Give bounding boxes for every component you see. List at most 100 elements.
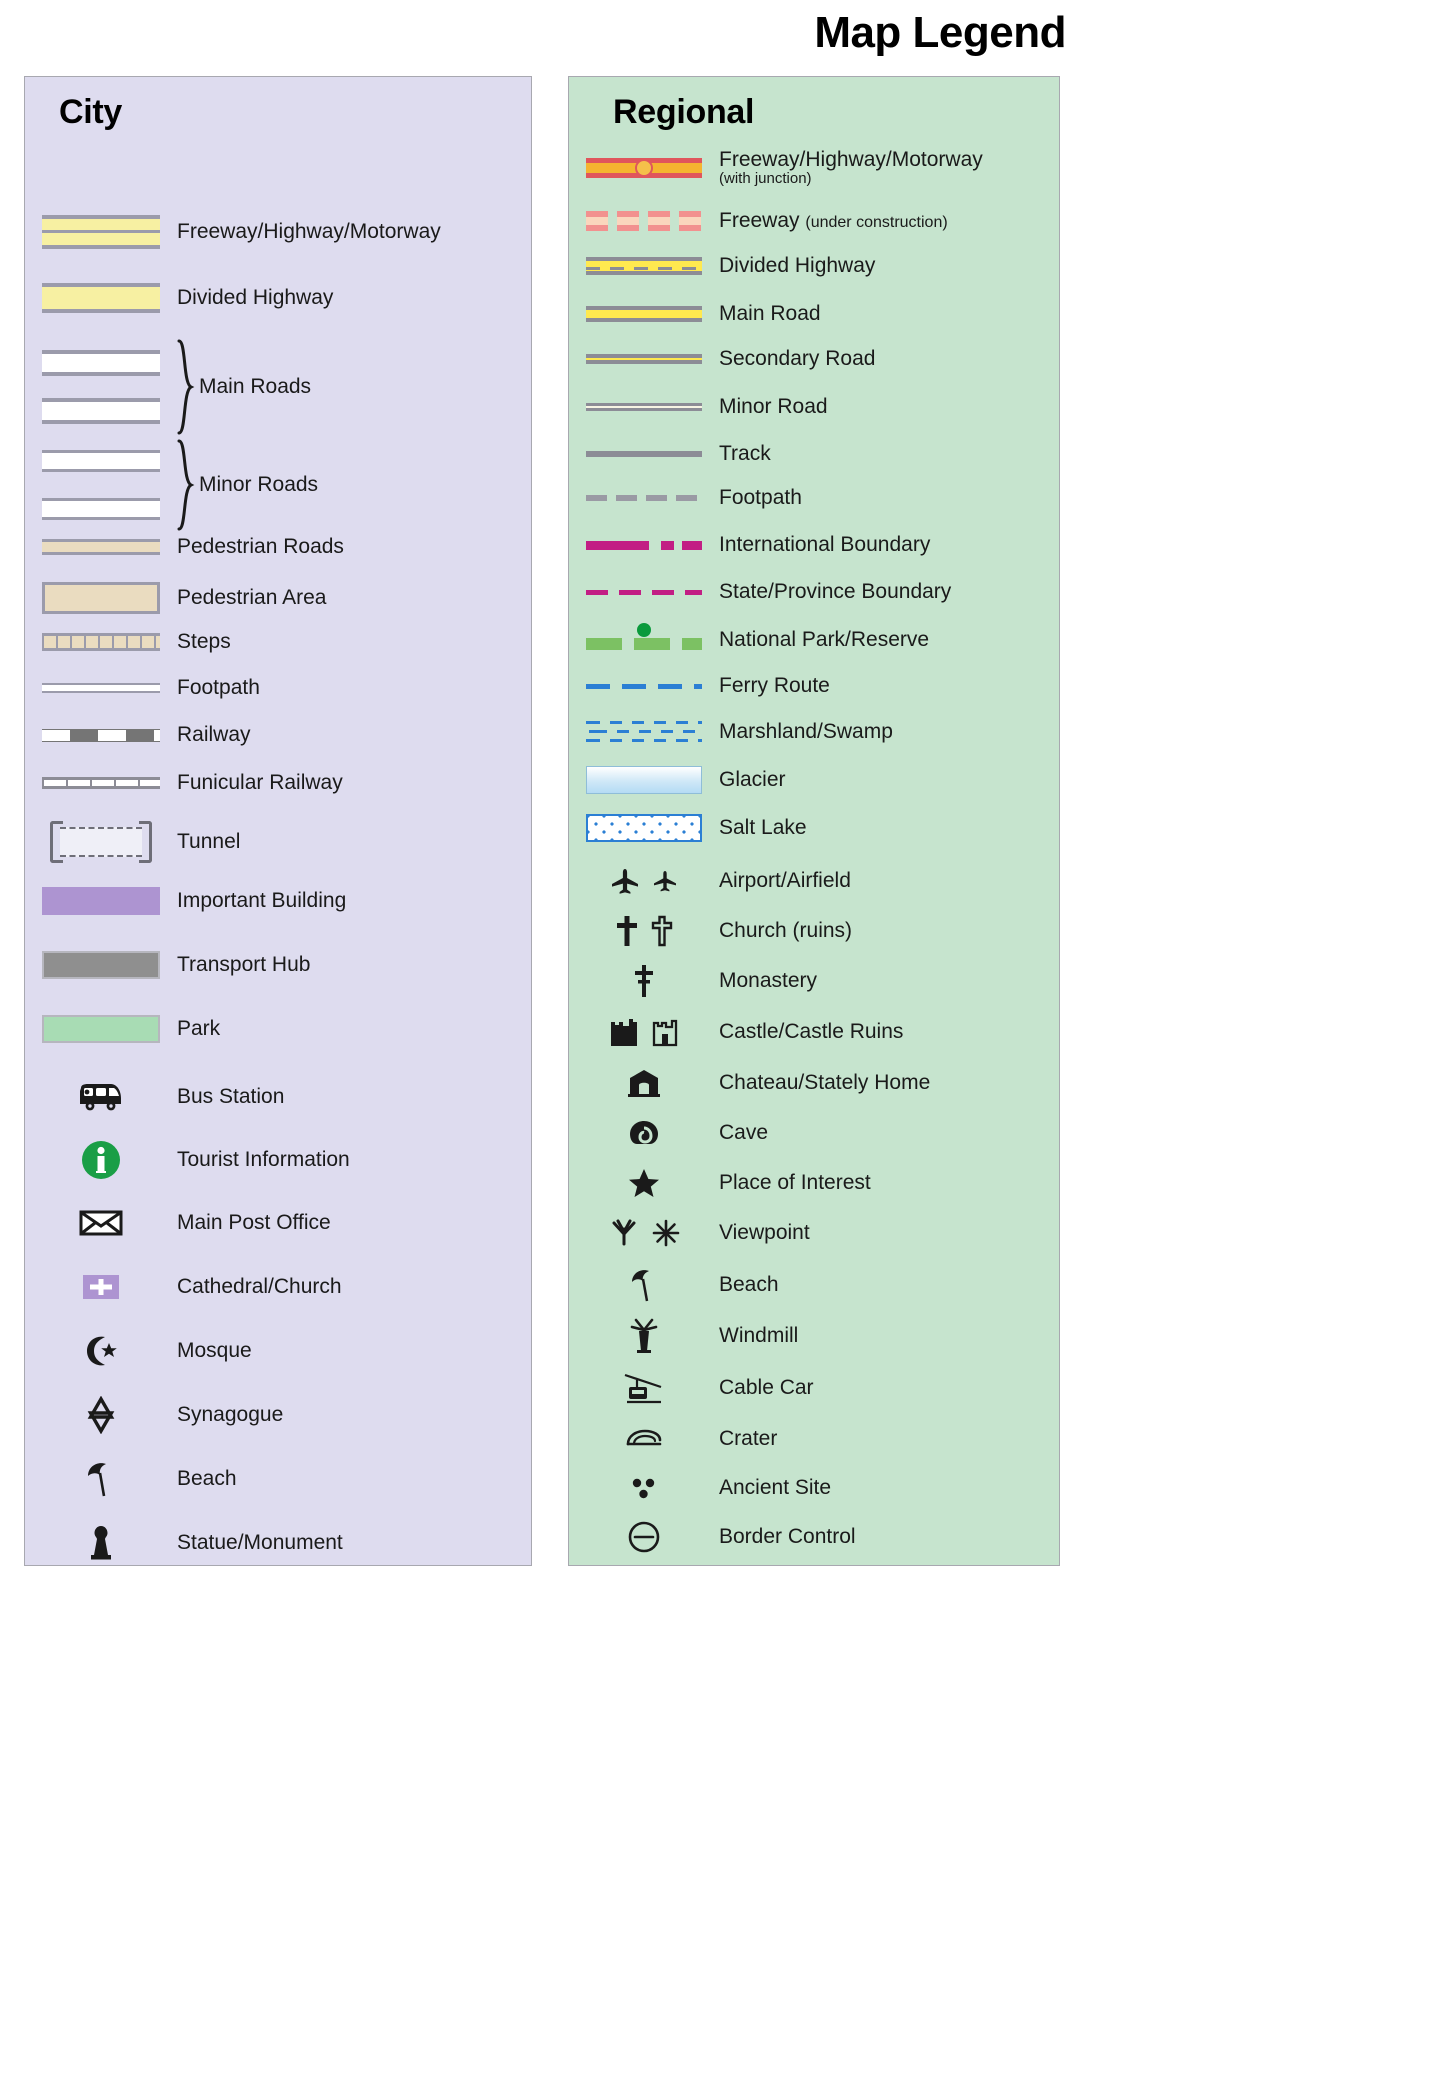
list-item[interactable]: International Boundary [569,533,1059,557]
list-item[interactable]: Secondary Road [569,345,1059,373]
list-item[interactable]: Border Control [569,1517,1059,1557]
list-item-label: Tourist Information [177,1147,350,1171]
list-item[interactable]: Crater [569,1419,1059,1459]
list-item[interactable]: Salt Lake [569,811,1059,845]
list-item[interactable]: Ferry Route [569,673,1059,697]
footpath-city-symbol [25,683,177,693]
list-item[interactable]: Monastery [569,961,1059,1001]
list-item[interactable]: Cathedral/Church [25,1267,531,1307]
star-icon [569,1167,719,1199]
list-item[interactable]: National Park/Reserve [569,623,1059,657]
list-item[interactable]: Divided Highway [25,277,531,319]
list-item[interactable]: Freeway/Highway/Motorway (with junction) [569,147,1059,189]
airplane-pair-icon [569,867,719,895]
list-item[interactable]: Tourist Information [25,1137,531,1183]
divided-highway-city-symbol [25,283,177,313]
brace-icon [177,439,199,531]
list-item-label: Footpath [719,485,802,509]
regional-legend-panel: Regional Freeway/Highway/Motorway (with … [568,76,1060,1566]
list-item[interactable]: Freeway/Highway/Motorway [25,209,531,255]
list-item-label: Church (ruins) [719,918,853,942]
list-item[interactable]: Viewpoint [569,1213,1059,1253]
marshland-symbol [569,719,719,745]
list-item[interactable]: Castle/Castle Ruins [569,1011,1059,1053]
funicular-railway-city-symbol [25,777,177,789]
crescent-star-icon [25,1333,177,1369]
list-item[interactable]: Windmill [569,1315,1059,1357]
list-item[interactable]: Railway [25,721,531,749]
ferry-route-symbol [569,683,719,689]
star-of-david-icon [25,1396,177,1434]
list-item[interactable]: Park [25,1011,531,1047]
list-item-label: Transport Hub [177,952,311,976]
list-item-label: Marshland/Swamp [719,719,893,743]
list-item-label-main: Freeway/Highway/Motorway [719,148,983,172]
list-item-label: Border Control [719,1524,856,1548]
statue-icon [25,1523,177,1563]
list-item[interactable]: Minor Road [569,394,1059,420]
list-item[interactable]: Place of Interest [569,1163,1059,1203]
windmill-icon [569,1317,719,1355]
list-item[interactable]: Divided Highway [569,249,1059,283]
list-item[interactable]: Footpath [25,675,531,701]
monastery-cross-icon [569,963,719,999]
list-item[interactable]: Beach [25,1459,531,1499]
list-item[interactable]: Beach [569,1265,1059,1305]
list-item[interactable]: Funicular Railway [25,769,531,797]
list-item[interactable]: Steps [25,627,531,657]
list-item[interactable]: Mosque [25,1331,531,1371]
list-item[interactable]: Minor Roads [25,439,531,531]
list-item[interactable]: Marshland/Swamp [569,715,1059,749]
list-item[interactable]: Freeway (under construction) [569,203,1059,239]
list-item-sublabel: (with junction) [719,170,812,188]
divided-highway-regional-symbol [569,257,719,275]
list-item[interactable]: Statue/Monument [25,1523,531,1563]
list-item-label: Steps [177,629,231,653]
city-heading: City [59,93,123,131]
list-item[interactable]: Main Post Office [25,1203,531,1243]
list-item[interactable]: Bus Station [25,1075,531,1119]
list-item[interactable]: Ancient Site [569,1469,1059,1507]
cave-icon [569,1118,719,1148]
freeway-junction-symbol [569,158,719,178]
list-item[interactable]: Footpath [569,485,1059,509]
list-item[interactable]: Airport/Airfield [569,861,1059,901]
brace-icon [177,339,199,435]
list-item-label: Statue/Monument [177,1530,343,1554]
freeway-city-symbol [25,215,177,249]
list-item[interactable]: Transport Hub [25,947,531,983]
list-item-label: Salt Lake [719,815,807,839]
list-item[interactable]: Synagogue [25,1395,531,1435]
list-item-label: Freeway/Highway/Motorway [177,219,441,243]
international-boundary-symbol [569,540,719,550]
list-item[interactable]: Pedestrian Roads [25,532,531,562]
state-boundary-symbol [569,589,719,595]
list-item[interactable]: Main Road [569,298,1059,330]
list-item[interactable]: Pedestrian Area [25,577,531,619]
list-item-label: Tunnel [177,829,241,853]
list-item[interactable]: Track [569,442,1059,465]
list-item[interactable]: Cave [569,1113,1059,1153]
list-item-label: Cave [719,1120,769,1144]
list-item-label: Pedestrian Area [177,585,327,609]
list-item[interactable]: Main Roads [25,339,531,435]
freeway-under-construction-symbol [569,211,719,231]
steps-city-symbol [25,633,177,651]
list-item-label: Secondary Road [719,346,876,370]
list-item[interactable]: Tunnel [25,817,531,867]
cable-car-icon [569,1371,719,1405]
list-item[interactable]: Glacier [569,763,1059,797]
list-item[interactable]: State/Province Boundary [569,580,1059,603]
list-item-label: Main Road [719,301,821,325]
minor-roads-city-symbol [25,450,177,520]
list-item[interactable]: Chateau/Stately Home [569,1063,1059,1103]
list-item-label: Ferry Route [719,673,830,697]
list-item-label: Viewpoint [719,1220,810,1244]
list-item[interactable]: Church (ruins) [569,911,1059,951]
list-item[interactable]: Cable Car [569,1367,1059,1409]
crater-icon [569,1426,719,1452]
transport-hub-swatch [25,951,177,979]
list-item[interactable]: Important Building [25,883,531,919]
footpath-regional-symbol [569,495,719,501]
important-building-swatch [25,887,177,915]
